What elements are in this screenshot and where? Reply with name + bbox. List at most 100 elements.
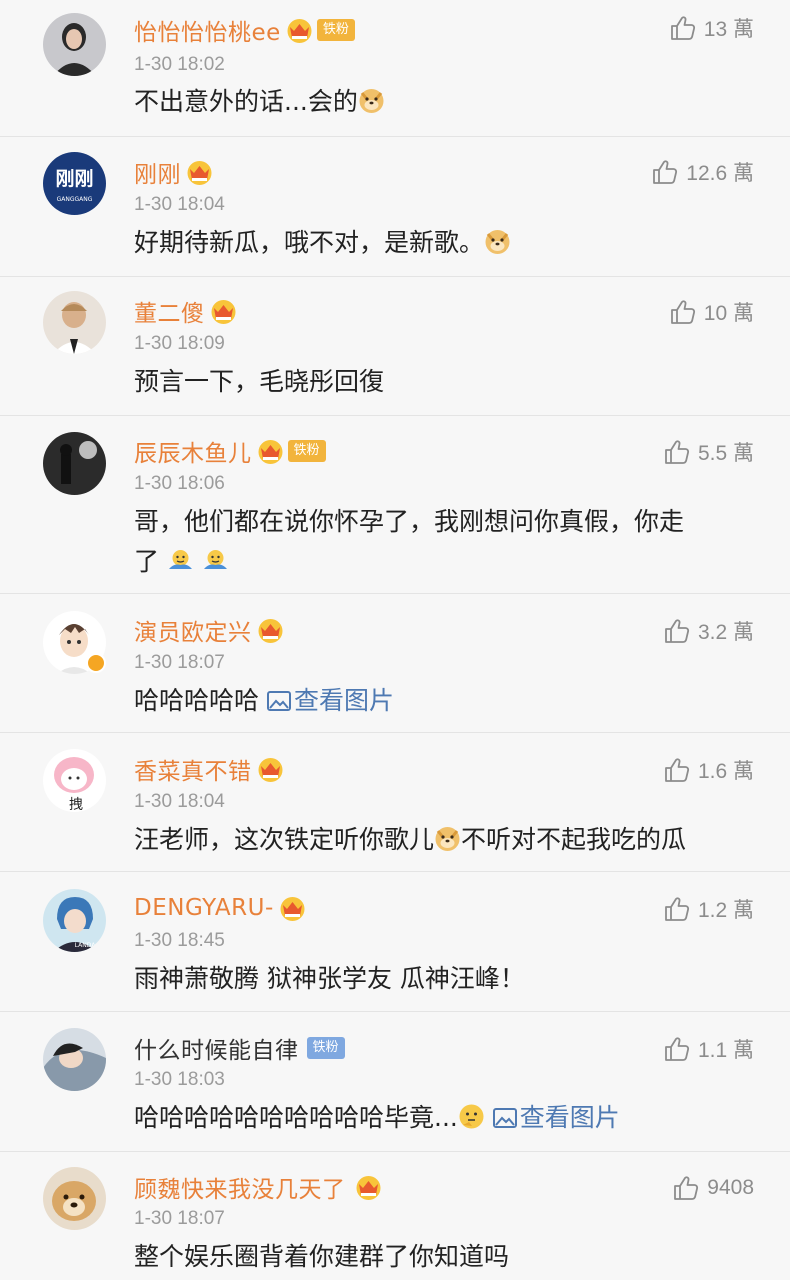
like-button[interactable]: 13 萬 xyxy=(670,11,754,45)
comment-item: 辰辰木鱼儿 铁粉 5.5 萬 1-30 18:06 哥，他们都在说你怀孕了，我刚… xyxy=(0,415,790,593)
name-row: 董二傻 xyxy=(134,294,238,328)
vip-crown-icon xyxy=(256,438,285,465)
comment-body-line2-text: 了 xyxy=(134,547,160,576)
like-count: 1.1 萬 xyxy=(697,1039,754,1062)
user-avatar[interactable]: LANDA xyxy=(43,889,106,952)
comment-text: 不出意外的话...会的 xyxy=(134,82,754,122)
comment-item: 刚刚 GANGGANG 刚刚 12.6 萬 1-30 18:04 好期待新瓜，哦不… xyxy=(0,136,790,276)
comment-item: 拽 香菜真不错 1.6 萬 1-30 18:04 汪老师，这次铁定听你歌儿 不听对… xyxy=(0,732,790,871)
comment-time: 1-30 18:45 xyxy=(134,930,225,951)
comment-text: 雨神萧敬腾 狱神张学友 瓜神汪峰！ xyxy=(134,964,525,993)
comment-time: 1-30 18:06 xyxy=(134,473,225,494)
like-button[interactable]: 10 萬 xyxy=(670,295,754,329)
username[interactable]: 什么时候能自律 xyxy=(134,1031,299,1065)
vip-crown-icon xyxy=(278,895,307,922)
thumbs-up-icon xyxy=(670,299,696,325)
comment-text: 哥，他们都在说你怀孕了，我刚想问你真假，你走 了 xyxy=(134,502,754,582)
name-row: 演员欧定兴 xyxy=(134,613,285,647)
like-button[interactable]: 12.6 萬 xyxy=(652,155,754,189)
like-button[interactable]: 1.6 萬 xyxy=(664,753,754,787)
comment-body: 哈哈哈哈哈哈哈哈哈哈毕竟... xyxy=(134,1103,458,1132)
view-picture-link[interactable]: 查看图片 xyxy=(267,686,394,715)
fan-badge: 铁粉 xyxy=(287,440,326,462)
comment-body: 好期待新瓜，哦不对，是新歌。 xyxy=(134,228,485,257)
vip-crown-icon xyxy=(285,17,314,44)
username[interactable]: 演员欧定兴 xyxy=(134,613,252,647)
comment-list: 怡怡怡怡桃ee 铁粉 13 萬 1-30 18:02 不出意外的话...会的 刚… xyxy=(0,0,790,1280)
thumbs-up-icon xyxy=(664,757,690,783)
shrug-emoji-icon xyxy=(167,547,194,574)
avatar-logo-text: 刚刚 xyxy=(55,168,93,190)
comment-item: 什么时候能自律 铁粉 1.1 萬 1-30 18:03 哈哈哈哈哈哈哈哈哈哈毕竟… xyxy=(0,1011,790,1151)
thumbs-up-icon xyxy=(664,439,690,465)
like-button[interactable]: 3.2 萬 xyxy=(664,614,754,648)
user-avatar[interactable] xyxy=(43,1028,106,1091)
username[interactable]: DENGYARU- xyxy=(134,895,274,921)
vip-crown-icon xyxy=(256,756,285,783)
view-picture-label: 查看图片 xyxy=(519,1103,620,1132)
thumbs-up-icon xyxy=(664,896,690,922)
comment-time: 1-30 18:04 xyxy=(134,194,225,215)
comment-text: 整个娱乐圈背着你建群了你知道吗 xyxy=(134,1242,510,1271)
fan-badge: 铁粉 xyxy=(306,1037,345,1059)
name-row: 怡怡怡怡桃ee 铁粉 xyxy=(134,13,355,47)
user-avatar[interactable] xyxy=(43,291,106,354)
vip-crown-icon xyxy=(256,617,285,644)
fan-badge: 铁粉 xyxy=(316,19,355,41)
view-picture-label: 查看图片 xyxy=(293,686,394,715)
username[interactable]: 怡怡怡怡桃ee xyxy=(134,13,281,47)
user-avatar[interactable] xyxy=(43,13,106,76)
thumbs-up-icon xyxy=(664,1036,690,1062)
comment-text: 汪老师，这次铁定听你歌儿 不听对不起我吃的瓜 xyxy=(134,820,774,860)
view-picture-link[interactable]: 查看图片 xyxy=(493,1103,620,1132)
user-avatar[interactable]: 拽 xyxy=(43,749,106,812)
comment-body-after: 不听对不起我吃的瓜 xyxy=(461,825,687,854)
comment-item: 演员欧定兴 3.2 萬 1-30 18:07 哈哈哈哈哈 查看图片 xyxy=(0,593,790,732)
username[interactable]: 辰辰木鱼儿 xyxy=(134,434,252,468)
name-row: 香菜真不错 xyxy=(134,752,285,786)
like-button[interactable]: 5.5 萬 xyxy=(664,435,754,469)
username[interactable]: 香菜真不错 xyxy=(134,752,252,786)
doge-emoji-icon xyxy=(358,87,385,114)
avatar-caption-text: 拽 xyxy=(69,797,83,812)
comment-item: 怡怡怡怡桃ee 铁粉 13 萬 1-30 18:02 不出意外的话...会的 xyxy=(0,0,790,136)
like-button[interactable]: 1.1 萬 xyxy=(664,1032,754,1066)
thumbs-up-icon xyxy=(652,159,678,185)
vip-crown-icon xyxy=(354,1174,383,1201)
picture-icon xyxy=(493,1108,517,1128)
username[interactable]: 顾魏快来我没几天了 xyxy=(134,1170,346,1204)
name-row: 辰辰木鱼儿 铁粉 xyxy=(134,434,326,468)
thumbs-up-icon xyxy=(670,15,696,41)
avatar-caption-text: LANDA xyxy=(75,942,97,949)
vip-crown-icon xyxy=(185,159,214,186)
comment-time: 1-30 18:09 xyxy=(134,333,225,354)
comment-text: 哈哈哈哈哈 查看图片 xyxy=(134,681,754,721)
thumbs-up-icon xyxy=(664,618,690,644)
thumbs-up-icon xyxy=(673,1175,699,1201)
comment-body-line2: 了 xyxy=(134,542,754,582)
user-avatar[interactable] xyxy=(43,1167,106,1230)
comment-item: LANDA DENGYARU- 1.2 萬 1-30 18:45 雨神萧敬腾 狱… xyxy=(0,871,790,1011)
comment-time: 1-30 18:04 xyxy=(134,791,225,812)
comment-body: 不出意外的话...会的 xyxy=(134,87,358,116)
comment-text: 好期待新瓜，哦不对，是新歌。 xyxy=(134,223,754,263)
like-count: 9408 xyxy=(707,1176,754,1199)
doge-emoji-icon xyxy=(484,228,511,255)
username[interactable]: 刚刚 xyxy=(134,155,181,189)
comment-time: 1-30 18:07 xyxy=(134,1208,225,1229)
user-avatar[interactable] xyxy=(43,432,106,495)
comment-text: 哈哈哈哈哈哈哈哈哈哈毕竟... 查看图片 xyxy=(134,1098,774,1138)
like-count: 3.2 萬 xyxy=(697,621,754,644)
avatar-logo-subtext: GANGGANG xyxy=(57,196,93,203)
like-button[interactable]: 9408 xyxy=(673,1171,754,1205)
comment-body: 哈哈哈哈哈 xyxy=(134,686,260,715)
like-button[interactable]: 1.2 萬 xyxy=(664,892,754,926)
comment-body-before: 汪老师，这次铁定听你歌儿 xyxy=(134,825,435,854)
name-row: 顾魏快来我没几天了 xyxy=(134,1170,383,1204)
comment-item: 董二傻 10 萬 1-30 18:09 预言一下，毛晓彤回復 xyxy=(0,276,790,415)
user-avatar[interactable]: 刚刚 GANGGANG xyxy=(43,152,106,215)
comment-body-line1: 哥，他们都在说你怀孕了，我刚想问你真假，你走 xyxy=(134,507,685,536)
username[interactable]: 董二傻 xyxy=(134,294,205,328)
shrug-emoji-icon xyxy=(202,547,229,574)
like-count: 12.6 萬 xyxy=(686,162,754,185)
